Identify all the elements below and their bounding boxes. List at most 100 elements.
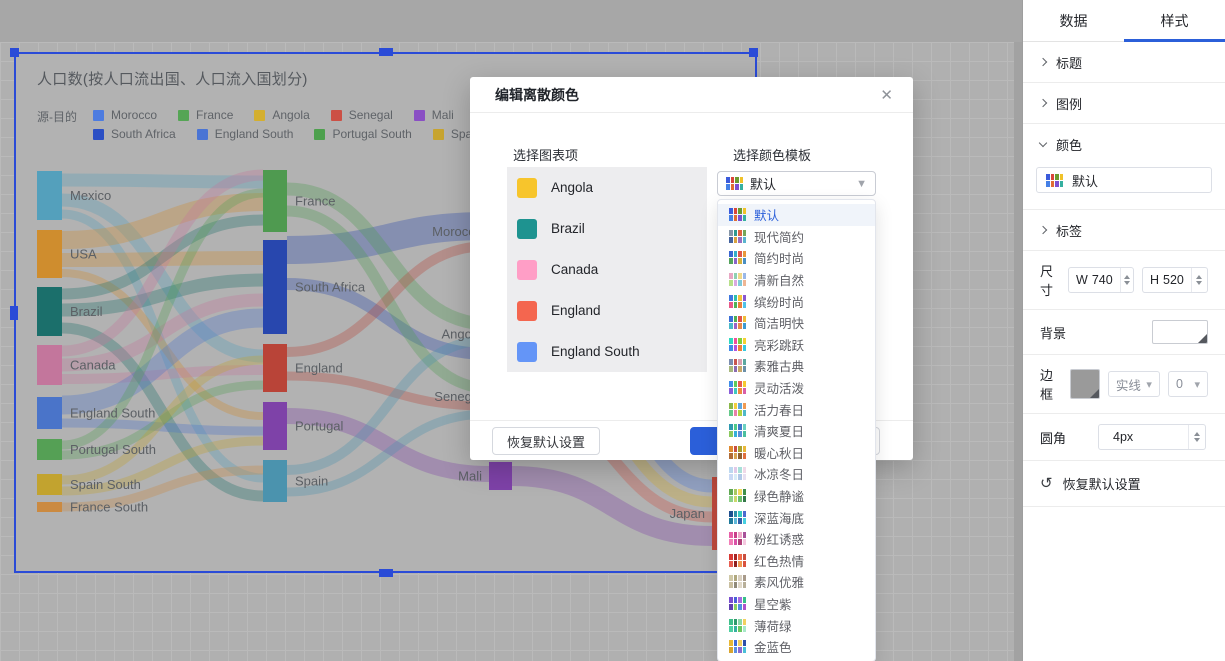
template-option[interactable]: 星空紫	[718, 593, 875, 615]
template-option[interactable]: 冰凉冬日	[718, 463, 875, 485]
background-color-picker[interactable]	[1152, 320, 1208, 344]
template-label: 选择颜色模板	[733, 145, 811, 164]
canvas-scrollbar[interactable]	[1014, 42, 1022, 661]
item-color-swatch[interactable]	[517, 178, 537, 198]
template-option[interactable]: 灵动活泼	[718, 377, 875, 399]
modal-title: 编辑离散颜色	[495, 85, 579, 105]
item-color-swatch[interactable]	[517, 301, 537, 321]
border-width-select[interactable]: 0▾	[1168, 371, 1208, 397]
height-input[interactable]: H520	[1142, 267, 1208, 293]
sankey-node-label: Brazil	[70, 304, 103, 319]
sankey-node-label: Canada	[70, 358, 116, 373]
chevron-right-icon	[1039, 99, 1047, 107]
sankey-node-label: Spain South	[70, 477, 141, 492]
sankey-node-label: Portugal	[295, 419, 344, 434]
template-option[interactable]: 薄荷绿	[718, 614, 875, 636]
chart-item-row[interactable]: Brazil	[507, 208, 707, 249]
template-option-label: 粉红诱惑	[754, 529, 804, 548]
chevron-down-icon: ▼	[856, 178, 867, 190]
chart-item-row[interactable]: Canada	[507, 249, 707, 290]
sankey-node-label: France South	[70, 500, 148, 515]
modal-header: 编辑离散颜色 ✕	[470, 77, 913, 113]
height-stepper[interactable]	[1191, 268, 1207, 292]
color-template-button[interactable]: 默认	[1036, 167, 1212, 193]
close-icon[interactable]: ✕	[880, 86, 893, 104]
border-style-select[interactable]: 实线▾	[1108, 371, 1160, 397]
palette-icon	[729, 511, 746, 524]
sankey-node-label: France	[295, 194, 335, 209]
palette-icon	[729, 208, 746, 221]
width-input[interactable]: W740	[1068, 267, 1134, 293]
palette-icon	[729, 381, 746, 394]
template-option[interactable]: 红色热情	[718, 550, 875, 572]
template-option[interactable]: 素雅古典	[718, 355, 875, 377]
palette-icon	[729, 251, 746, 264]
selection-handle-bottom[interactable]	[379, 569, 393, 577]
selection-handle-top-right[interactable]	[749, 48, 758, 57]
width-stepper[interactable]	[1120, 268, 1133, 292]
border-color-picker[interactable]	[1070, 369, 1100, 399]
sankey-node-label: Spain	[295, 474, 328, 489]
section-label[interactable]: 标签	[1023, 210, 1225, 251]
tab-style[interactable]: 样式	[1124, 0, 1225, 41]
selection-handle-top[interactable]	[379, 48, 393, 56]
chevron-right-icon	[1039, 58, 1047, 66]
palette-icon	[729, 489, 746, 502]
template-option-label: 亮彩跳跃	[754, 335, 804, 354]
restore-defaults-button[interactable]: 恢复默认设置	[492, 427, 600, 455]
radius-stepper[interactable]	[1188, 425, 1205, 449]
palette-icon	[729, 403, 746, 416]
template-option[interactable]: 粉红诱惑	[718, 528, 875, 550]
template-option[interactable]: 暖心秋日	[718, 442, 875, 464]
selection-handle-left[interactable]	[10, 306, 18, 320]
template-option[interactable]: 深蓝海底	[718, 506, 875, 528]
palette-icon	[729, 640, 746, 653]
chart-item-label: England South	[551, 344, 640, 359]
template-option[interactable]: 现代简约	[718, 226, 875, 248]
palette-icon	[729, 338, 746, 351]
tab-data[interactable]: 数据	[1023, 0, 1124, 41]
section-legend[interactable]: 图例	[1023, 83, 1225, 124]
chart-item-row[interactable]: England South	[507, 331, 707, 372]
template-option-label: 清爽夏日	[754, 421, 804, 440]
section-title[interactable]: 标题	[1023, 42, 1225, 83]
template-option[interactable]: 清爽夏日	[718, 420, 875, 442]
item-color-swatch[interactable]	[517, 219, 537, 239]
template-option[interactable]: 素风优雅	[718, 571, 875, 593]
template-option[interactable]: 简洁明快	[718, 312, 875, 334]
template-option[interactable]: 默认	[718, 204, 875, 226]
selection-handle-top-left[interactable]	[10, 48, 19, 57]
chart-item-label: Brazil	[551, 221, 585, 236]
item-color-swatch[interactable]	[517, 260, 537, 280]
sankey-node-label: Portugal South	[70, 442, 156, 457]
chart-item-row[interactable]: Angola	[507, 167, 707, 208]
size-row: 尺寸 W740 H520	[1023, 251, 1225, 310]
chart-item-row[interactable]: England	[507, 290, 707, 331]
template-option[interactable]: 清新自然	[718, 269, 875, 291]
chevron-right-icon	[1039, 226, 1047, 234]
radius-input[interactable]: 4px	[1098, 424, 1206, 450]
palette-icon	[729, 316, 746, 329]
sidebar-restore-defaults[interactable]: ↺ 恢复默认设置	[1023, 461, 1225, 507]
border-row: 边框 实线▾ 0▾	[1023, 355, 1225, 414]
template-option-label: 暖心秋日	[754, 443, 804, 462]
template-option[interactable]: 简约时尚	[718, 247, 875, 269]
item-color-swatch[interactable]	[517, 342, 537, 362]
section-color[interactable]: 颜色	[1023, 124, 1225, 165]
palette-icon	[729, 597, 746, 610]
template-option-label: 红色热情	[754, 551, 804, 570]
sankey-node-label: South Africa	[295, 280, 366, 295]
template-option[interactable]: 活力春日	[718, 398, 875, 420]
template-option[interactable]: 缤纷时尚	[718, 290, 875, 312]
sankey-node-portugal-south	[37, 439, 62, 460]
sankey-node-label: Japan	[670, 506, 705, 521]
template-select[interactable]: 默认 ▼	[717, 171, 876, 196]
template-option[interactable]: 金蓝色	[718, 636, 875, 658]
template-option[interactable]: 绿色静谧	[718, 485, 875, 507]
template-option-label: 现代简约	[754, 227, 804, 246]
sankey-node-france-south	[37, 502, 62, 512]
style-sidebar: 数据 样式 标题 图例 颜色 默认 标签 尺寸 W740 H520 背景	[1022, 0, 1225, 661]
palette-icon	[729, 295, 746, 308]
template-option-label: 薄荷绿	[754, 616, 792, 635]
template-option[interactable]: 亮彩跳跃	[718, 334, 875, 356]
